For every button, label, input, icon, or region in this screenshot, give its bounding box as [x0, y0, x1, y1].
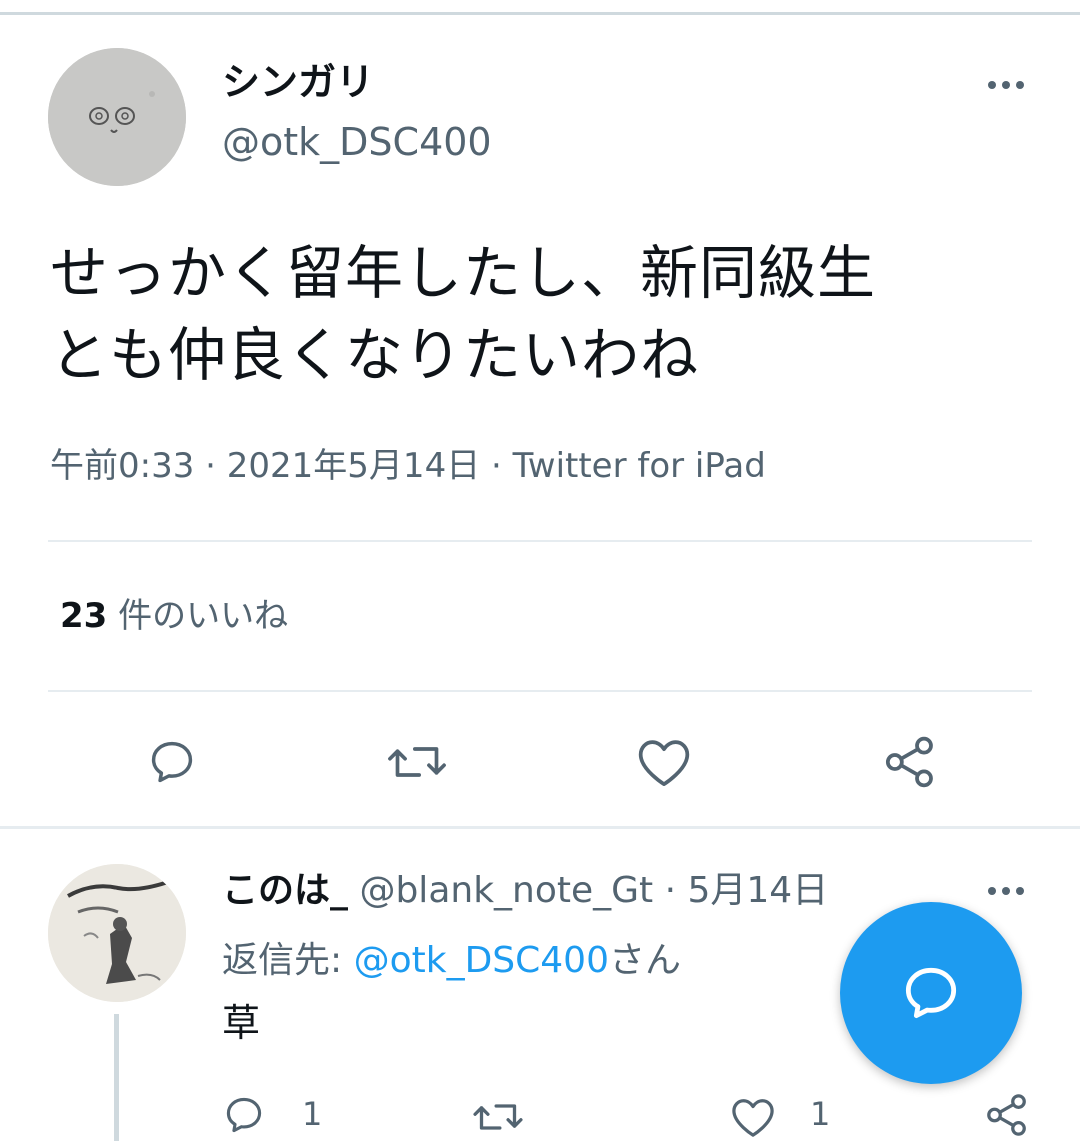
like-icon [732, 1099, 774, 1137]
replying-to: 返信先: @otk_DSC400さん [222, 936, 681, 986]
like-button[interactable] [636, 736, 692, 788]
retweet-icon [473, 1104, 523, 1130]
tweet-text-line2: とも仲良くなりたいわね [50, 321, 700, 389]
likes-count[interactable]: 23 件のいいね [60, 592, 288, 640]
likes-number: 23 [60, 596, 108, 636]
compose-reply-icon [905, 967, 957, 1019]
reply-reply-count: 1 [302, 1095, 323, 1133]
tweet-timestamp-source[interactable]: 午前0:33 · 2021年5月14日 · Twitter for iPad [50, 442, 766, 490]
reply-icon [226, 1097, 262, 1133]
more-icon[interactable] [986, 78, 1026, 92]
reply-author-avatar[interactable] [48, 864, 186, 1002]
like-icon [638, 740, 690, 787]
share-button[interactable] [882, 734, 938, 790]
reply-like-count: 1 [810, 1095, 831, 1133]
replying-to-mention[interactable]: @otk_DSC400 [354, 940, 609, 981]
replying-to-suffix: さん [609, 940, 682, 981]
divider [48, 690, 1032, 692]
reply-retweet-button[interactable] [470, 1095, 526, 1139]
author-avatar[interactable] [48, 48, 186, 186]
replying-to-prefix: 返信先: [222, 940, 354, 981]
reply-button[interactable] [146, 736, 198, 788]
author-name[interactable]: シンガリ [222, 58, 374, 106]
thread-line [114, 1014, 119, 1141]
likes-label: 件のいいね [107, 596, 289, 636]
reply-text: 草 [222, 1001, 261, 1045]
share-icon [885, 736, 933, 788]
compose-reply-fab[interactable] [840, 902, 1022, 1084]
tweet-text-line1: せっかく留年したし、新同級生 [50, 239, 877, 307]
reply-handle-date[interactable]: @blank_note_Gt · 5月14日 [348, 870, 828, 911]
reply-more-icon[interactable] [986, 884, 1026, 898]
reply-header[interactable]: このは_ @blank_note_Gt · 5月14日 [222, 866, 828, 916]
divider [48, 540, 1032, 542]
reply-like-button[interactable] [730, 1096, 776, 1138]
retweet-icon [388, 747, 446, 777]
retweet-button[interactable] [384, 736, 450, 788]
share-icon [987, 1094, 1026, 1136]
reply-share-button[interactable] [984, 1092, 1030, 1138]
section-divider [0, 826, 1080, 829]
reply-reply-button[interactable] [222, 1093, 266, 1137]
reply-author-name[interactable]: このは_ [222, 870, 348, 911]
tweet-text: せっかく留年したし、新同級生 とも仲良くなりたいわね [50, 232, 1040, 396]
author-handle[interactable]: @otk_DSC400 [222, 118, 492, 166]
reply-icon [151, 741, 193, 783]
top-divider [0, 12, 1080, 15]
